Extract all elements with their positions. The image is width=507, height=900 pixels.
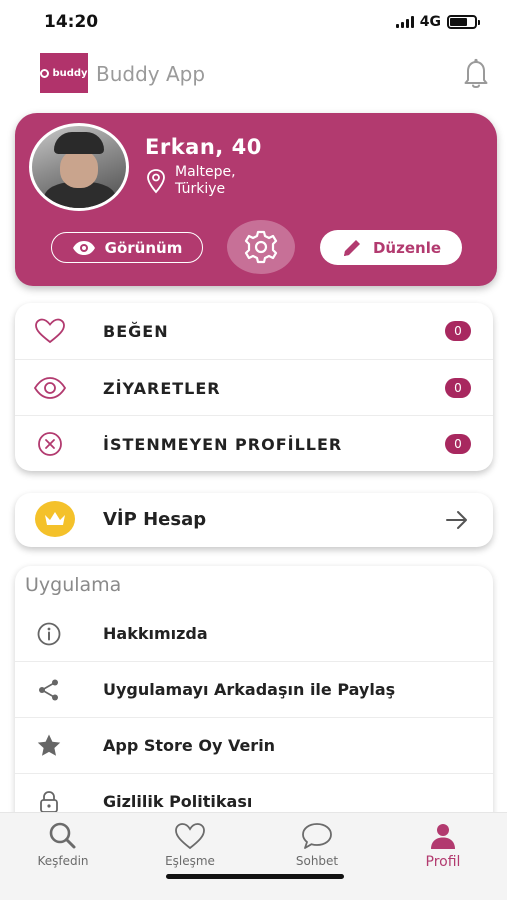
status-indicators: 4G	[395, 14, 480, 30]
location-country: Türkiye	[175, 181, 226, 197]
gear-icon	[244, 230, 278, 264]
app-settings-section: Uygulama Hakkımızda Uygulamayı Arkadaşın…	[15, 566, 493, 826]
count-badge: 0	[445, 321, 471, 341]
tab-label: Eşleşme	[165, 854, 215, 868]
network-type: 4G	[419, 14, 441, 30]
rate-app-label: App Store Oy Verin	[103, 736, 276, 755]
eye-icon	[72, 240, 95, 255]
star-icon	[37, 734, 61, 756]
battery-icon	[447, 15, 480, 29]
tab-label: Keşfedin	[37, 854, 89, 868]
app-header: buddy Buddy App	[0, 50, 507, 100]
crown-icon	[35, 501, 75, 537]
location-pin-icon	[147, 169, 165, 194]
stat-label: ZİYARETLER	[103, 378, 221, 398]
section-title: Uygulama	[25, 574, 122, 596]
arrow-right-icon	[446, 511, 467, 529]
profile-card: Erkan, 40 Maltepe, Türkiye Görünüm Düzen…	[15, 113, 497, 286]
status-bar: 14:20 4G	[0, 0, 507, 46]
home-indicator	[166, 874, 344, 879]
eye-icon	[33, 377, 67, 399]
stat-label: BEĞEN	[103, 321, 169, 341]
profile-location: Maltepe, Türkiye	[175, 164, 236, 198]
edit-profile-button[interactable]: Düzenle	[320, 230, 462, 265]
avatar[interactable]	[29, 123, 129, 211]
avatar-photo	[32, 126, 126, 208]
heart-icon	[175, 823, 205, 850]
tab-match[interactable]: Eşleşme	[135, 821, 245, 876]
user-icon	[431, 824, 455, 849]
stat-row-visits[interactable]: ZİYARETLER 0	[15, 360, 493, 416]
block-icon	[38, 432, 62, 456]
stat-row-blocked[interactable]: İSTENMEYEN PROFİLLER 0	[15, 416, 493, 472]
settings-button[interactable]	[227, 220, 295, 274]
info-icon	[37, 622, 61, 646]
bell-icon[interactable]	[459, 56, 493, 90]
count-badge: 0	[445, 434, 471, 454]
vip-label: VİP Hesap	[103, 509, 207, 530]
chat-icon	[302, 823, 332, 849]
view-profile-button[interactable]: Görünüm	[51, 232, 203, 263]
privacy-policy-label: Gizlilik Politikası	[103, 792, 253, 811]
tab-label: Sohbet	[295, 854, 339, 868]
status-time: 14:20	[44, 12, 99, 32]
rate-app-item[interactable]: App Store Oy Verin	[15, 718, 493, 774]
share-icon	[39, 679, 58, 701]
vip-account-button[interactable]: VİP Hesap	[15, 493, 493, 547]
share-app-label: Uygulamayı Arkadaşın ile Paylaş	[103, 680, 396, 699]
tab-chat[interactable]: Sohbet	[262, 821, 372, 876]
tab-label: Profil	[425, 854, 461, 870]
location-city: Maltepe,	[175, 164, 236, 180]
logo-text: buddy	[52, 67, 88, 79]
stat-label: İSTENMEYEN PROFİLLER	[103, 434, 343, 454]
search-icon	[49, 822, 76, 849]
pencil-icon	[343, 239, 360, 256]
tab-bar: Keşfedin Eşleşme Sohbet Profil	[0, 812, 507, 900]
stat-row-likes[interactable]: BEĞEN 0	[15, 303, 493, 359]
signal-icon	[395, 16, 414, 28]
share-app-item[interactable]: Uygulamayı Arkadaşın ile Paylaş	[15, 662, 493, 718]
profile-name-age: Erkan, 40	[145, 135, 262, 159]
heart-icon	[35, 318, 65, 344]
stats-card: BEĞEN 0 ZİYARETLER 0 İSTENMEYEN PROFİLLE…	[15, 303, 493, 471]
count-badge: 0	[445, 378, 471, 398]
tab-discover[interactable]: Keşfedin	[8, 821, 118, 876]
app-title: Buddy App	[96, 62, 206, 86]
view-profile-label: Görünüm	[104, 238, 183, 257]
about-label: Hakkımızda	[103, 624, 208, 643]
about-item[interactable]: Hakkımızda	[15, 606, 493, 662]
app-logo: buddy	[40, 53, 88, 93]
edit-profile-label: Düzenle	[372, 238, 442, 257]
tab-profile[interactable]: Profil	[388, 821, 498, 876]
